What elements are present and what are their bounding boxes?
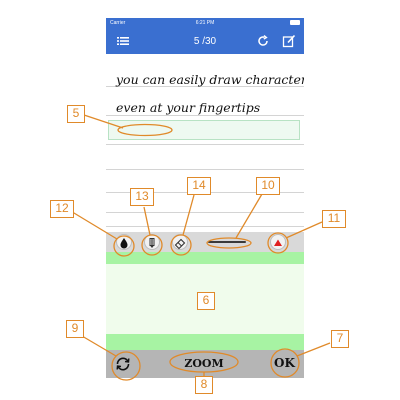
ink-color-button[interactable] (116, 234, 132, 250)
ruled-line (106, 212, 304, 213)
callout-11: 11 (322, 210, 346, 228)
zoom-band-top (106, 252, 304, 264)
bottom-bar: ZOOM OK (106, 350, 304, 378)
ok-button[interactable]: OK (274, 356, 295, 370)
eraser-icon (174, 238, 186, 250)
eraser-button[interactable] (172, 234, 188, 250)
callout-12: 12 (50, 200, 74, 218)
callout-6: 6 (197, 292, 215, 310)
callout-5: 5 (67, 105, 85, 123)
handwriting-line-2: even at your fingertips (116, 100, 261, 115)
callout-13: 13 (130, 188, 154, 206)
current-line-highlight[interactable] (108, 120, 300, 140)
scroll-up-button[interactable] (270, 234, 286, 250)
edit-icon[interactable] (282, 34, 296, 48)
ruled-line (106, 169, 304, 170)
battery-icon (290, 20, 300, 25)
tool-bar (106, 232, 304, 252)
ink-drop-icon (120, 238, 128, 249)
triangle-up-icon (274, 239, 282, 246)
callout-8: 8 (195, 376, 213, 394)
status-bar: Carrier 6:21 PM (106, 18, 304, 28)
rotate-icon[interactable] (114, 355, 132, 373)
status-time: 6:21 PM (195, 20, 215, 26)
ruled-line (106, 115, 304, 116)
ruled-line (106, 226, 304, 227)
handwriting-line-1: you can easily draw characters (116, 72, 304, 87)
callout-14: 14 (187, 177, 211, 195)
callout-7: 7 (331, 330, 349, 348)
refresh-icon[interactable] (256, 34, 270, 48)
writing-area[interactable]: you can easily draw characters even at y… (106, 54, 304, 250)
callout-9: 9 (66, 320, 84, 338)
ruled-line (106, 144, 304, 145)
pen-button[interactable] (144, 234, 160, 250)
pen-icon (149, 238, 155, 248)
zoom-line-indicator[interactable] (208, 241, 246, 243)
nav-bar: 5 /30 (106, 28, 304, 54)
zoom-button[interactable]: ZOOM (176, 357, 232, 370)
callout-10: 10 (256, 177, 280, 195)
page-indicator: 5 /30 (193, 36, 217, 47)
